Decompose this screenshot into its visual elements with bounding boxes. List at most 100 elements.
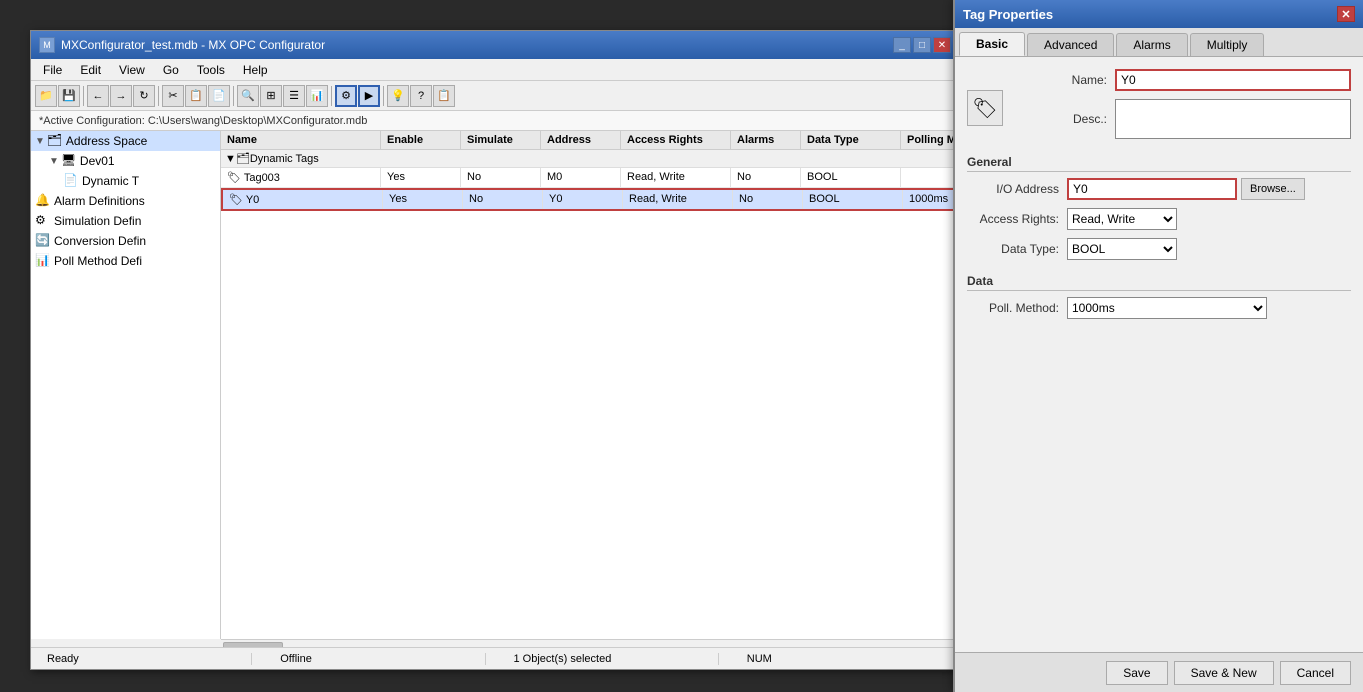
simulation-icon: ⚙ — [35, 213, 51, 229]
tb-refresh-button[interactable]: ↻ — [133, 85, 155, 107]
data-type-row: Data Type: BOOL INT DINT REAL STRING — [967, 238, 1351, 260]
save-button[interactable]: Save — [1106, 661, 1167, 685]
td-enable: Yes — [381, 168, 461, 187]
menu-go[interactable]: Go — [155, 61, 187, 79]
main-title-bar: M MXConfigurator_test.mdb - MX OPC Confi… — [31, 31, 959, 59]
tb-run2-button[interactable]: ▶ — [358, 85, 380, 107]
sidebar-label-simulation: Simulation Defin — [54, 214, 141, 228]
dev01-icon: 🖥 — [61, 153, 77, 169]
menu-view[interactable]: View — [111, 61, 153, 79]
th-address: Address — [541, 131, 621, 149]
address-space-icon: 🗂 — [47, 133, 63, 149]
tb-sep5 — [383, 86, 384, 106]
maximize-button[interactable]: □ — [913, 37, 931, 53]
panel-close-button[interactable]: ✕ — [1337, 6, 1355, 22]
menu-tools[interactable]: Tools — [189, 61, 233, 79]
section-dynamic-tags[interactable]: ▼ 🗂 Dynamic Tags — [221, 150, 959, 168]
io-address-input[interactable] — [1067, 178, 1237, 200]
tab-advanced[interactable]: Advanced — [1027, 33, 1114, 56]
dynamic-t-icon: 📄 — [63, 173, 79, 189]
tb-save-button[interactable]: 💾 — [58, 85, 80, 107]
config-bar: *Active Configuration: C:\Users\wang\Des… — [31, 111, 959, 131]
sidebar-label-poll: Poll Method Defi — [54, 254, 142, 268]
sidebar-item-dev01[interactable]: ▼ 🖥 Dev01 — [31, 151, 220, 171]
sidebar-label-dev01: Dev01 — [80, 154, 115, 168]
desc-input[interactable] — [1115, 99, 1351, 139]
td-alarms: No — [731, 168, 801, 187]
tab-basic[interactable]: Basic — [959, 32, 1025, 56]
menu-file[interactable]: File — [35, 61, 70, 79]
expand-arrow: ▼ — [35, 136, 45, 147]
tab-alarms[interactable]: Alarms — [1116, 33, 1187, 56]
access-rights-row: Access Rights: Read, Write Read Only Wri… — [967, 208, 1351, 230]
section-label: Dynamic Tags — [250, 153, 319, 165]
tb-run1-button[interactable]: ⚙ — [335, 85, 357, 107]
tb-cut-button[interactable]: ✂ — [162, 85, 184, 107]
alarm-icon: 🔔 — [35, 193, 51, 209]
sidebar-item-conversion[interactable]: 🔄 Conversion Defin — [31, 231, 220, 251]
status-bar: Ready Offline 1 Object(s) selected NUM — [31, 647, 959, 669]
status-num: NUM — [739, 653, 951, 665]
data-section: Data Poll. Method: 1000ms 500ms 250ms 10… — [967, 274, 1351, 319]
table-header: Name Enable Simulate Address Access Righ… — [221, 131, 959, 150]
tb-help-button[interactable]: ? — [410, 85, 432, 107]
td-polling-y0: 1000ms — [903, 190, 959, 209]
th-alarms: Alarms — [731, 131, 801, 149]
poll-method-select[interactable]: 1000ms 500ms 250ms 100ms — [1067, 297, 1267, 319]
tb-new-button[interactable]: 📁 — [35, 85, 57, 107]
minimize-button[interactable]: _ — [893, 37, 911, 53]
td-enable-y0: Yes — [383, 190, 463, 209]
data-title: Data — [967, 274, 1351, 291]
sidebar-item-poll[interactable]: 📊 Poll Method Defi — [31, 251, 220, 271]
desc-form-row: Desc.: — [1015, 99, 1351, 139]
menu-edit[interactable]: Edit — [72, 61, 109, 79]
sidebar-item-dynamic-t[interactable]: 📄 Dynamic T — [31, 171, 220, 191]
tb-search-button[interactable]: 🔍 — [237, 85, 259, 107]
panel-body: 🏷 Name: Desc.: General I/O Address Brows… — [955, 57, 1363, 345]
panel-title-bar: Tag Properties ✕ — [955, 0, 1363, 28]
tb-bulb-button[interactable]: 💡 — [387, 85, 409, 107]
tb-grid-button[interactable]: ⊞ — [260, 85, 282, 107]
close-main-button[interactable]: ✕ — [933, 37, 951, 53]
data-type-label: Data Type: — [967, 242, 1067, 256]
tb-forward-button[interactable]: → — [110, 85, 132, 107]
tb-paste-button[interactable]: 📄 — [208, 85, 230, 107]
td-name: 🏷 Tag003 — [221, 168, 381, 187]
menu-help[interactable]: Help — [235, 61, 276, 79]
content-area: ▼ 🗂 Address Space ▼ 🖥 Dev01 📄 Dynamic T … — [31, 131, 959, 639]
save-new-button[interactable]: Save & New — [1174, 661, 1274, 685]
sidebar-item-alarm[interactable]: 🔔 Alarm Definitions — [31, 191, 220, 211]
th-simulate: Simulate — [461, 131, 541, 149]
tb-prop-button[interactable]: 📊 — [306, 85, 328, 107]
tab-multiply[interactable]: Multiply — [1190, 33, 1265, 56]
name-section: 🏷 Name: Desc.: — [967, 69, 1351, 147]
tb-list-button[interactable]: ☰ — [283, 85, 305, 107]
status-selected: 1 Object(s) selected — [506, 653, 719, 665]
tb-info-button[interactable]: 📋 — [433, 85, 455, 107]
td-data-type-y0: BOOL — [803, 190, 903, 209]
table-row[interactable]: 🏷 Tag003 Yes No M0 Read, Write No BOOL — [221, 168, 959, 188]
sidebar-item-simulation[interactable]: ⚙ Simulation Defin — [31, 211, 220, 231]
sidebar-label-dynamic-t: Dynamic T — [82, 174, 139, 188]
general-section: General I/O Address Browse... Access Rig… — [967, 155, 1351, 260]
name-input[interactable] — [1115, 69, 1351, 91]
dev01-expand-arrow: ▼ — [49, 156, 59, 167]
main-panel: Name Enable Simulate Address Access Righ… — [221, 131, 959, 639]
th-access-rights: Access Rights — [621, 131, 731, 149]
access-rights-select[interactable]: Read, Write Read Only Write Only — [1067, 208, 1177, 230]
tb-back-button[interactable]: ← — [87, 85, 109, 107]
td-data-type: BOOL — [801, 168, 901, 187]
th-enable: Enable — [381, 131, 461, 149]
sidebar-item-address-space[interactable]: ▼ 🗂 Address Space — [31, 131, 220, 151]
cancel-button[interactable]: Cancel — [1280, 661, 1351, 685]
data-type-select[interactable]: BOOL INT DINT REAL STRING — [1067, 238, 1177, 260]
main-window-title: MXConfigurator_test.mdb - MX OPC Configu… — [61, 38, 325, 52]
tb-copy-button[interactable]: 📋 — [185, 85, 207, 107]
browse-button[interactable]: Browse... — [1241, 178, 1305, 200]
table-row-selected[interactable]: 🏷 Y0 Yes No Y0 Read, Write No BOOL 1000m… — [221, 188, 959, 211]
tb-sep3 — [233, 86, 234, 106]
access-rights-label: Access Rights: — [967, 212, 1067, 226]
td-simulate-y0: No — [463, 190, 543, 209]
poll-method-row: Poll. Method: 1000ms 500ms 250ms 100ms — [967, 297, 1351, 319]
th-data-type: Data Type — [801, 131, 901, 149]
